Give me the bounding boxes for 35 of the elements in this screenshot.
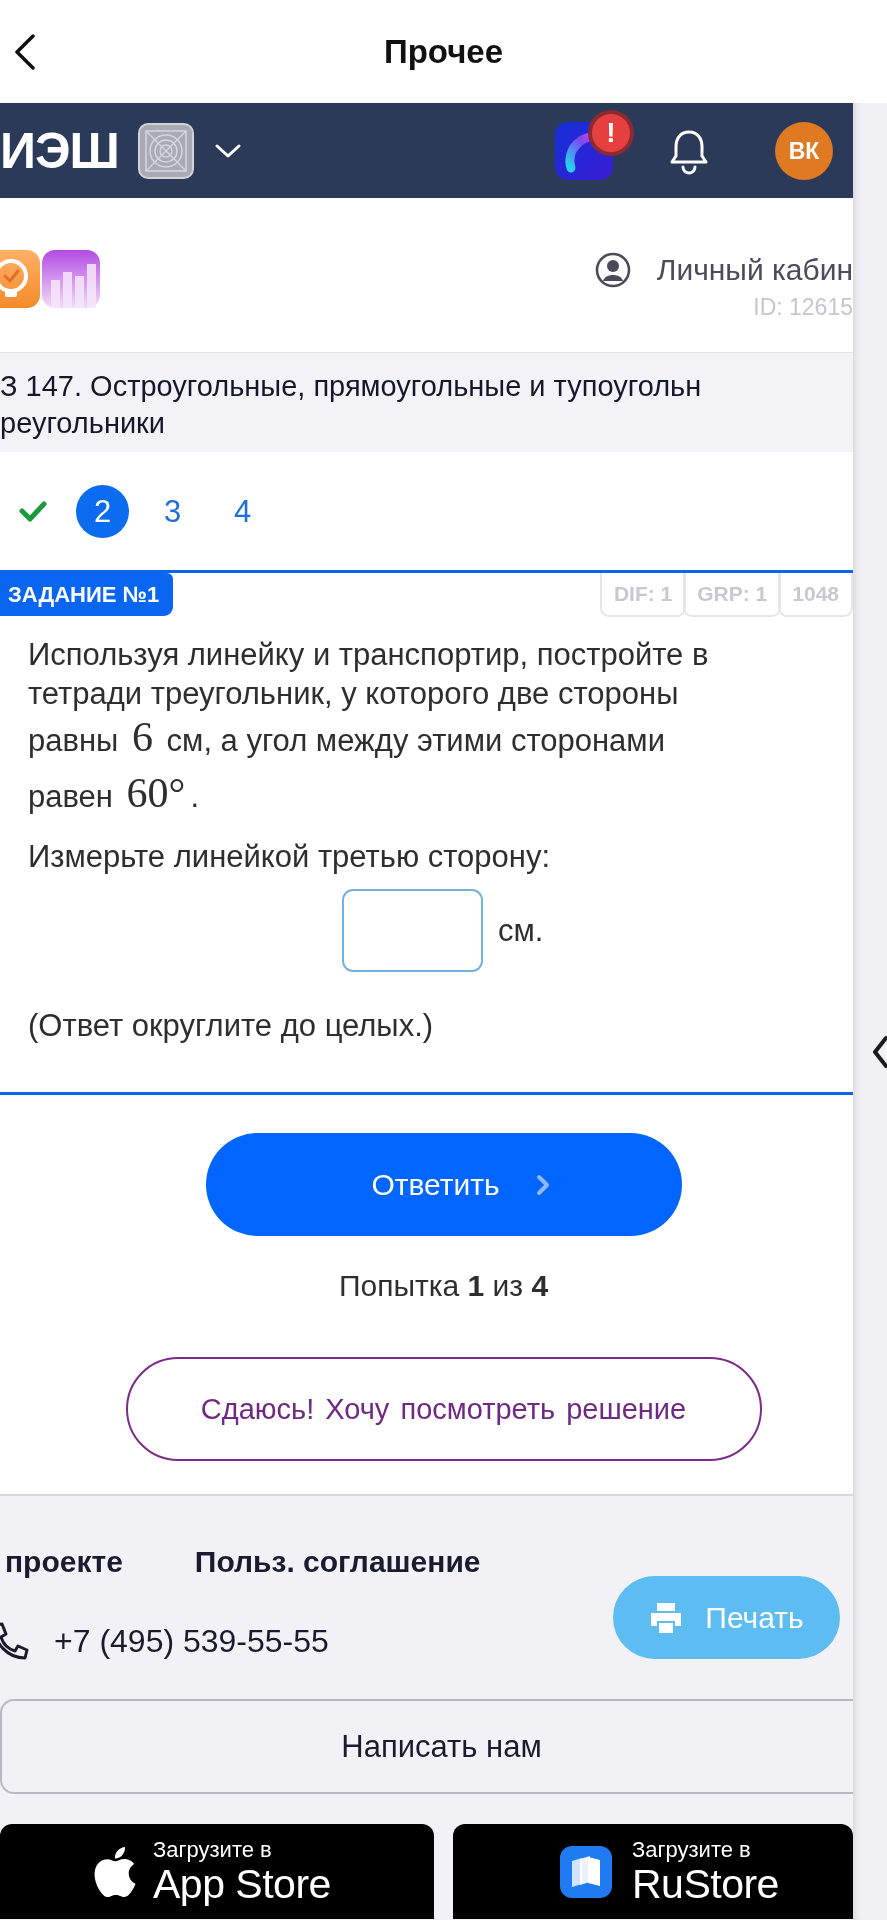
back-icon[interactable] [14,33,36,70]
account-id: ID: 12615 [753,293,853,322]
question-text: Измерьте линейкой третью сторону: [27,838,552,876]
phone-icon [0,1622,30,1660]
printer-icon [649,1601,684,1634]
alert-badge: ! [588,109,634,156]
rustore-icon [560,1845,612,1898]
bar-chart-app-icon[interactable] [42,250,100,308]
lightbulb-app-icon[interactable] [0,250,40,308]
placeholder-image-icon[interactable] [137,122,194,179]
show-solution-button[interactable]: Сдаюсь! Хочу посмотреть решение [125,1357,762,1461]
lesson-title: З 147. Остроугольные, прямоугольные и тупоугольн реугольники [0,369,702,441]
chevron-down-icon[interactable] [213,142,242,159]
account-link[interactable]: Личный кабин [656,250,853,290]
step-tab[interactable]: 3 [146,484,199,538]
unit-text: см. [498,911,544,950]
chevron-right-icon [535,1173,550,1196]
footer-link[interactable]: проекте [5,1542,123,1582]
task-text: Используя линейку и транспортир, постройте в тетради треугольник, у которого две стороны равны 6 см, а угол между этими сторонами равен 60°. [27,636,710,818]
attempt-text: Попытка 1 из 4 [338,1268,549,1304]
footer-link[interactable]: Польз. соглашение [194,1542,481,1582]
check-icon [18,500,47,522]
user-icon [594,252,631,288]
collapse-chevron-icon[interactable] [872,1035,887,1069]
submit-button[interactable]: Ответить [205,1133,682,1236]
note-text: (Ответ округлите до целых.) [27,1007,435,1045]
logo-text[interactable]: ИЭШ [0,125,119,176]
step-tab[interactable]: 4 [216,484,269,538]
store-button[interactable]: Загрузите в RuStore [453,1824,853,1919]
phone-link[interactable]: +7 (495) 539-55-55 [54,1621,329,1661]
step-tab[interactable]: 2 [76,484,129,538]
task-label: ЗАДАНИЕ №1 [0,573,174,616]
contact-button[interactable]: Написать нам [0,1699,853,1794]
store-button[interactable]: Загрузите в App Store [0,1824,434,1919]
nav-title: Прочее [383,31,504,72]
